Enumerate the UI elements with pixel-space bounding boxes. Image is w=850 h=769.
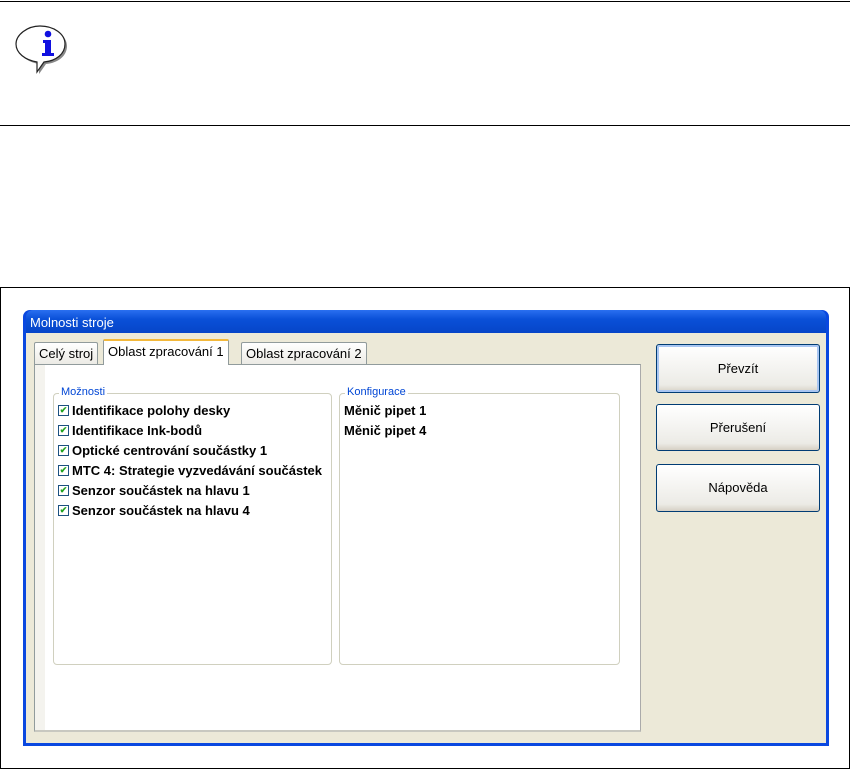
tab-processing-area-1[interactable]: Oblast zpracování 1 <box>103 339 229 365</box>
option-item[interactable]: ✔ MTC 4: Strategie vyzvedávání součástek <box>58 463 322 478</box>
option-item[interactable]: ✔ Senzor součástek na hlavu 4 <box>58 503 250 518</box>
tab-whole-machine[interactable]: Celý stroj <box>34 342 99 364</box>
option-checkbox[interactable]: ✔ <box>58 425 69 436</box>
option-label: MTC 4: Strategie vyzvedávání součástek <box>72 463 322 478</box>
option-item[interactable]: ✔ Senzor součástek na hlavu 1 <box>58 483 250 498</box>
option-label: Identifikace polohy desky <box>72 403 231 418</box>
help-button[interactable]: Nápověda <box>656 464 820 512</box>
option-label: Identifikace Ink-bodů <box>72 423 203 438</box>
config-item: Měnič pipet 4 <box>344 423 427 438</box>
option-checkbox[interactable]: ✔ <box>58 485 69 496</box>
option-label: Senzor součástek na hlavu 1 <box>72 483 250 498</box>
top-rule <box>0 1 850 2</box>
cancel-button[interactable]: Přerušení <box>656 404 820 451</box>
tab-panel: Možnosti ✔ Identifikace polohy desky ✔ Iden… <box>34 364 641 732</box>
dialog-client: Celý stroj Oblast zpracování 1 Oblast zp… <box>26 333 826 743</box>
option-item[interactable]: ✔ Optické centrování součástky 1 <box>58 443 267 458</box>
option-item[interactable]: ✔ Identifikace polohy desky <box>58 403 230 418</box>
title-bar[interactable]: Molnosti stroje <box>26 310 826 333</box>
bottom-rule <box>0 125 850 126</box>
option-label: Senzor součástek na hlavu 4 <box>72 503 250 518</box>
option-item[interactable]: ✔ Identifikace Ink-bodů <box>58 423 202 438</box>
option-checkbox[interactable]: ✔ <box>58 405 69 416</box>
option-label: Optické centrování součástky 1 <box>72 443 268 458</box>
accept-button[interactable]: Převzít <box>656 344 820 393</box>
info-icon <box>15 25 67 74</box>
tab-processing-area-2[interactable]: Oblast zpracování 2 <box>241 342 367 364</box>
options-group: Možnosti ✔ Identifikace polohy desky ✔ Iden… <box>53 386 332 665</box>
dialog-title: Molnosti stroje <box>30 315 114 330</box>
config-item: Měnič pipet 1 <box>344 403 427 418</box>
machine-options-dialog: Molnosti stroje Celý stroj Oblast zpraco… <box>23 310 829 746</box>
options-legend: Možnosti <box>59 386 108 398</box>
config-legend: Konfigurace <box>345 386 408 398</box>
option-checkbox[interactable]: ✔ <box>58 505 69 516</box>
config-group: Konfigurace Měnič pipet 1 Měnič pipet 4 <box>339 386 620 665</box>
option-checkbox[interactable]: ✔ <box>58 465 69 476</box>
option-checkbox[interactable]: ✔ <box>58 445 69 456</box>
